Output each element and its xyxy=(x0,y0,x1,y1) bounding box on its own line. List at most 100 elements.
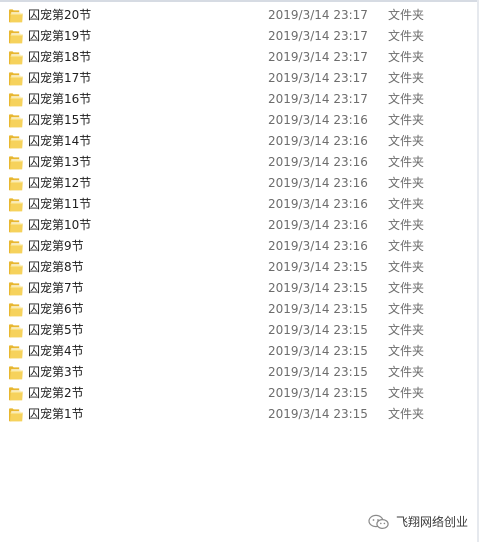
file-name[interactable]: 囚宠第14节 xyxy=(28,133,91,149)
file-type: 文件夹 xyxy=(388,365,425,379)
file-name[interactable]: 囚宠第5节 xyxy=(28,322,84,338)
file-type: 文件夹 xyxy=(388,344,425,358)
file-row[interactable]: 囚宠第5节 2019/3/14 23:15 文件夹 xyxy=(0,320,477,341)
file-name[interactable]: 囚宠第10节 xyxy=(28,217,91,233)
file-row[interactable]: 囚宠第14节 2019/3/14 23:16 文件夹 xyxy=(0,131,477,152)
file-name[interactable]: 囚宠第1节 xyxy=(28,406,84,422)
file-row[interactable]: 囚宠第9节 2019/3/14 23:16 文件夹 xyxy=(0,236,477,257)
file-type: 文件夹 xyxy=(388,197,425,211)
file-name[interactable]: 囚宠第2节 xyxy=(28,385,84,401)
file-row[interactable]: 囚宠第10节 2019/3/14 23:16 文件夹 xyxy=(0,215,477,236)
file-type: 文件夹 xyxy=(388,260,425,274)
file-row[interactable]: 囚宠第6节 2019/3/14 23:15 文件夹 xyxy=(0,299,477,320)
file-modified-date: 2019/3/14 23:15 xyxy=(268,386,368,400)
file-row[interactable]: 囚宠第11节 2019/3/14 23:16 文件夹 xyxy=(0,194,477,215)
file-list: 囚宠第20节 2019/3/14 23:17 文件夹 囚宠第19节 2019/3/14 … xyxy=(0,5,477,425)
file-name[interactable]: 囚宠第9节 xyxy=(28,238,84,254)
file-name[interactable]: 囚宠第11节 xyxy=(28,196,91,212)
file-row[interactable]: 囚宠第17节 2019/3/14 23:17 文件夹 xyxy=(0,68,477,89)
file-row[interactable]: 囚宠第18节 2019/3/14 23:17 文件夹 xyxy=(0,47,477,68)
file-row[interactable]: 囚宠第13节 2019/3/14 23:16 文件夹 xyxy=(0,152,477,173)
file-name[interactable]: 囚宠第8节 xyxy=(28,259,84,275)
file-type: 文件夹 xyxy=(388,29,425,43)
folder-icon xyxy=(8,8,24,23)
file-name[interactable]: 囚宠第7节 xyxy=(28,280,84,296)
watermark-text: 飞翔网络创业 xyxy=(396,515,469,529)
file-type: 文件夹 xyxy=(388,71,425,85)
window-top-edge xyxy=(0,0,479,2)
file-type: 文件夹 xyxy=(388,92,425,106)
folder-icon xyxy=(8,365,24,380)
file-row[interactable]: 囚宠第2节 2019/3/14 23:15 文件夹 xyxy=(0,383,477,404)
file-modified-date: 2019/3/14 23:15 xyxy=(268,260,368,274)
file-name[interactable]: 囚宠第17节 xyxy=(28,70,91,86)
folder-icon xyxy=(8,71,24,86)
file-name[interactable]: 囚宠第19节 xyxy=(28,28,91,44)
file-name[interactable]: 囚宠第3节 xyxy=(28,364,84,380)
file-type: 文件夹 xyxy=(388,50,425,64)
file-name[interactable]: 囚宠第15节 xyxy=(28,112,91,128)
folder-icon xyxy=(8,29,24,44)
folder-icon xyxy=(8,386,24,401)
folder-icon xyxy=(8,113,24,128)
file-type: 文件夹 xyxy=(388,155,425,169)
file-name[interactable]: 囚宠第13节 xyxy=(28,154,91,170)
file-row[interactable]: 囚宠第15节 2019/3/14 23:16 文件夹 xyxy=(0,110,477,131)
file-type: 文件夹 xyxy=(388,323,425,337)
file-modified-date: 2019/3/14 23:16 xyxy=(268,197,368,211)
folder-icon xyxy=(8,197,24,212)
file-modified-date: 2019/3/14 23:17 xyxy=(268,92,368,106)
file-row[interactable]: 囚宠第4节 2019/3/14 23:15 文件夹 xyxy=(0,341,477,362)
file-name[interactable]: 囚宠第4节 xyxy=(28,343,84,359)
file-modified-date: 2019/3/14 23:16 xyxy=(268,218,368,232)
file-modified-date: 2019/3/14 23:16 xyxy=(268,155,368,169)
folder-icon xyxy=(8,344,24,359)
file-type: 文件夹 xyxy=(388,176,425,190)
file-row[interactable]: 囚宠第3节 2019/3/14 23:15 文件夹 xyxy=(0,362,477,383)
file-modified-date: 2019/3/14 23:16 xyxy=(268,176,368,190)
file-type: 文件夹 xyxy=(388,134,425,148)
folder-icon xyxy=(8,281,24,296)
folder-icon xyxy=(8,134,24,149)
file-modified-date: 2019/3/14 23:15 xyxy=(268,344,368,358)
file-name[interactable]: 囚宠第16节 xyxy=(28,91,91,107)
file-type: 文件夹 xyxy=(388,281,425,295)
file-type: 文件夹 xyxy=(388,218,425,232)
file-type: 文件夹 xyxy=(388,239,425,253)
file-modified-date: 2019/3/14 23:15 xyxy=(268,365,368,379)
file-type: 文件夹 xyxy=(388,113,425,127)
folder-icon xyxy=(8,260,24,275)
folder-icon xyxy=(8,218,24,233)
file-modified-date: 2019/3/14 23:17 xyxy=(268,50,368,64)
folder-icon xyxy=(8,155,24,170)
file-name[interactable]: 囚宠第12节 xyxy=(28,175,91,191)
file-row[interactable]: 囚宠第16节 2019/3/14 23:17 文件夹 xyxy=(0,89,477,110)
file-modified-date: 2019/3/14 23:15 xyxy=(268,281,368,295)
folder-icon xyxy=(8,302,24,317)
file-modified-date: 2019/3/14 23:16 xyxy=(268,239,368,253)
file-row[interactable]: 囚宠第20节 2019/3/14 23:17 文件夹 xyxy=(0,5,477,26)
folder-icon xyxy=(8,92,24,107)
folder-icon xyxy=(8,407,24,422)
file-row[interactable]: 囚宠第1节 2019/3/14 23:15 文件夹 xyxy=(0,404,477,425)
file-type: 文件夹 xyxy=(388,8,425,22)
file-name[interactable]: 囚宠第20节 xyxy=(28,7,91,23)
file-modified-date: 2019/3/14 23:15 xyxy=(268,323,368,337)
file-modified-date: 2019/3/14 23:16 xyxy=(268,134,368,148)
folder-icon xyxy=(8,323,24,338)
file-row[interactable]: 囚宠第8节 2019/3/14 23:15 文件夹 xyxy=(0,257,477,278)
file-type: 文件夹 xyxy=(388,407,425,421)
file-name[interactable]: 囚宠第6节 xyxy=(28,301,84,317)
file-modified-date: 2019/3/14 23:15 xyxy=(268,407,368,421)
file-row[interactable]: 囚宠第19节 2019/3/14 23:17 文件夹 xyxy=(0,26,477,47)
file-type: 文件夹 xyxy=(388,302,425,316)
file-row[interactable]: 囚宠第12节 2019/3/14 23:16 文件夹 xyxy=(0,173,477,194)
file-row[interactable]: 囚宠第7节 2019/3/14 23:15 文件夹 xyxy=(0,278,477,299)
file-modified-date: 2019/3/14 23:15 xyxy=(268,302,368,316)
folder-icon xyxy=(8,50,24,65)
file-modified-date: 2019/3/14 23:17 xyxy=(268,8,368,22)
wechat-icon xyxy=(368,514,390,530)
file-name[interactable]: 囚宠第18节 xyxy=(28,49,91,65)
file-modified-date: 2019/3/14 23:17 xyxy=(268,71,368,85)
folder-icon xyxy=(8,176,24,191)
